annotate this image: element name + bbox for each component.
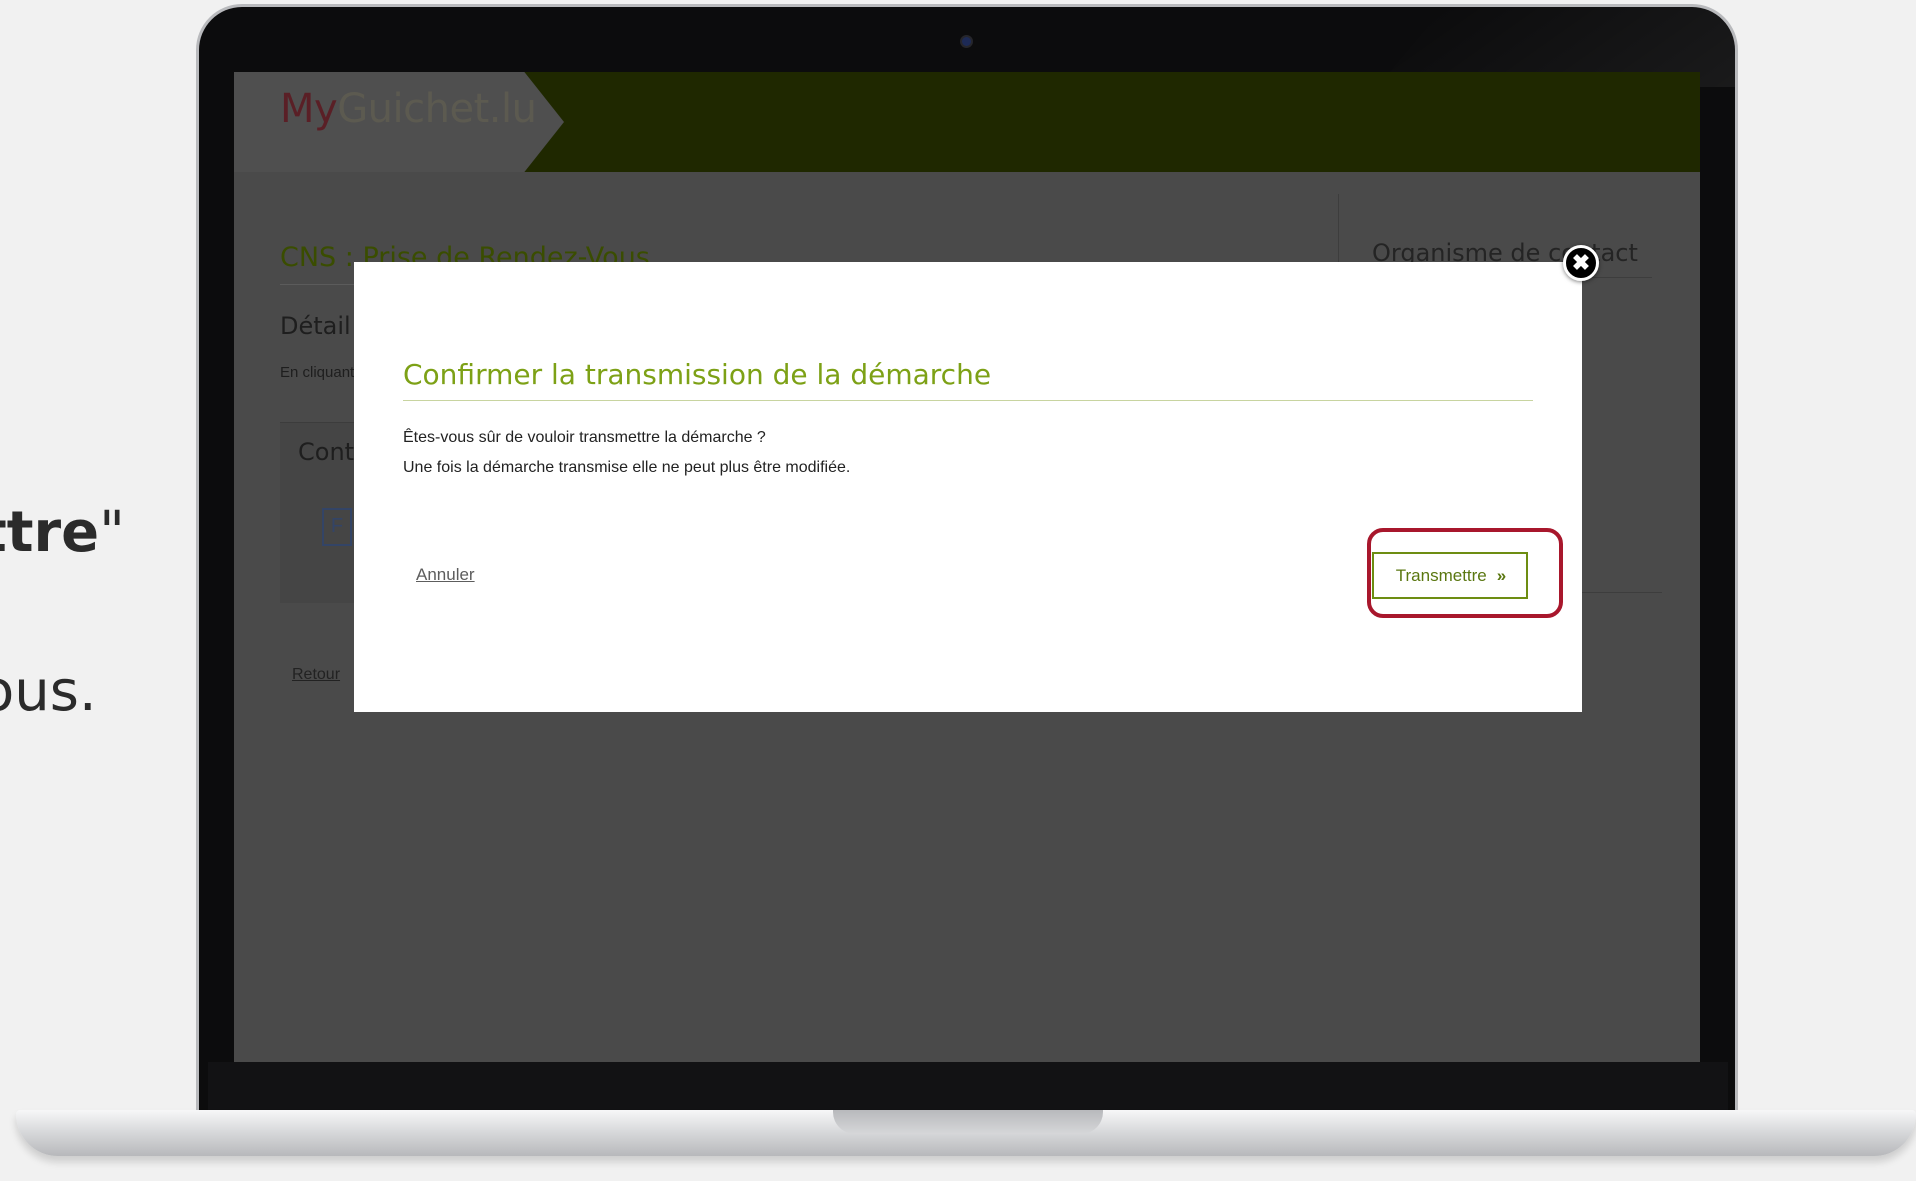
file-icon[interactable]: F (322, 508, 352, 546)
logo-prefix: My (280, 86, 338, 132)
laptop-notch (833, 1110, 1103, 1134)
transmit-button-label: Transmettre (1395, 565, 1487, 585)
slide-instruction-line-1: ttre" (0, 505, 125, 561)
myguichet-logo[interactable]: MyGuichet.lu (280, 86, 537, 132)
dialog-title: Confirmer la transmission de la démarche (403, 358, 992, 391)
slide-instruction-bold: ttre (0, 500, 100, 565)
close-icon[interactable]: ✖ (1563, 245, 1599, 281)
double-chevron-right-icon: » (1496, 565, 1507, 585)
slide-instruction-line-2: ous. (0, 659, 97, 724)
dialog-divider (403, 400, 1533, 401)
site-header: MyGuichet.lu (234, 72, 1700, 172)
webcam-icon (962, 37, 971, 46)
transmit-button[interactable]: Transmettre » (1372, 552, 1528, 599)
dialog-message: Êtes-vous sûr de vouloir transmettre la … (403, 423, 850, 483)
slide-instruction-quote: " (99, 500, 125, 565)
logo-area: MyGuichet.lu (234, 72, 564, 172)
laptop-screen: MyGuichet.lu CNS : Prise de Rendez-Vous … (234, 72, 1700, 1062)
confirm-dialog: Confirmer la transmission de la démarche… (354, 262, 1582, 712)
dialog-message-line-2: Une fois la démarche transmise elle ne p… (403, 459, 851, 476)
back-link[interactable]: Retour (292, 666, 340, 684)
dialog-message-line-1: Êtes-vous sûr de vouloir transmettre la … (403, 429, 766, 446)
cancel-link[interactable]: Annuler (416, 565, 475, 585)
logo-rest: Guichet.lu (337, 86, 537, 132)
laptop-chin (208, 1062, 1728, 1114)
intro-text: En cliquant (280, 364, 355, 381)
